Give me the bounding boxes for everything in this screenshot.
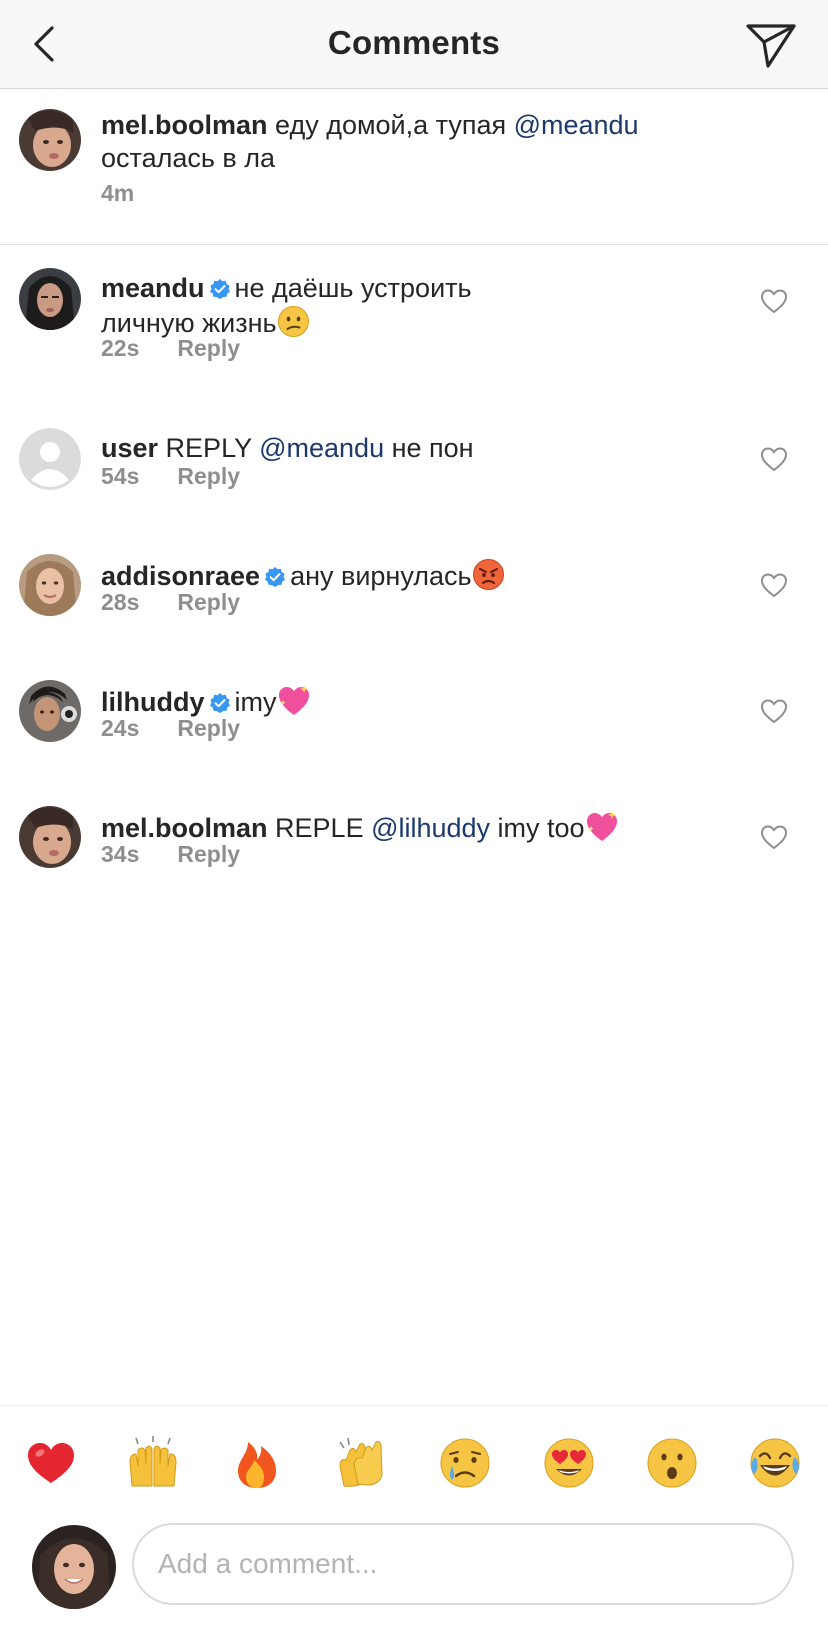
avatar[interactable] [19, 806, 81, 868]
comment-item: addisonraee ану вирнулась 28s Reply [0, 552, 828, 652]
verified-badge-icon [265, 567, 286, 587]
reply-button[interactable]: Reply [177, 715, 240, 741]
comment-username[interactable]: lilhuddy [101, 687, 205, 717]
comment-text: user REPLY @meandu не пон [101, 432, 721, 465]
sparkling-heart-icon [586, 811, 617, 841]
reply-button[interactable]: Reply [177, 841, 240, 867]
comment-text: lilhuddy imy [101, 684, 721, 719]
avatar-photo [32, 1525, 116, 1609]
red-heart-icon[interactable] [24, 1436, 78, 1490]
caption-text-end: осталась в ла [101, 143, 276, 173]
comment-username[interactable]: mel.boolman [101, 813, 268, 843]
comment-body: REPLE [267, 813, 372, 843]
angry-face-icon [472, 559, 504, 590]
comment-username[interactable]: addisonraee [101, 561, 260, 591]
caption-timestamp: 4m [101, 180, 134, 207]
comment-time: 22s [101, 335, 140, 361]
sparkling-heart-icon [278, 685, 309, 715]
reply-button[interactable]: Reply [177, 463, 240, 489]
verified-badge-icon [209, 693, 230, 713]
clapping-hands-icon[interactable] [334, 1436, 388, 1490]
paper-plane-icon [746, 24, 796, 68]
comment-time: 54s [101, 463, 140, 489]
default-avatar[interactable] [19, 428, 81, 490]
comment-body-line2: личную жизнь [101, 308, 277, 338]
user-placeholder-icon [19, 428, 81, 490]
comment-username[interactable]: user [101, 433, 158, 463]
surprised-face-icon[interactable] [645, 1436, 699, 1490]
avatar[interactable] [19, 554, 81, 616]
heart-outline-icon[interactable] [760, 698, 788, 724]
comment-time: 24s [101, 715, 140, 741]
top-nav-bar: Comments [0, 0, 828, 89]
page-title: Comments [327, 24, 501, 61]
caption-mention[interactable]: @meandu [514, 110, 639, 140]
heart-outline-icon[interactable] [760, 572, 788, 598]
comment-body: REPLY [158, 433, 260, 463]
share-button[interactable] [744, 20, 798, 70]
comment-composer [0, 1515, 828, 1642]
heart-outline-icon[interactable] [760, 288, 788, 314]
comment-item: mel.boolman REPLE @lilhuddy imy too 34s R… [0, 804, 828, 904]
heart-outline-icon[interactable] [760, 446, 788, 472]
comment-mention[interactable]: @meandu [259, 433, 384, 463]
current-user-avatar [32, 1525, 116, 1609]
comment-mention[interactable]: @lilhuddy [371, 813, 490, 843]
reply-button[interactable]: Reply [177, 335, 240, 361]
avatar-photo [19, 554, 81, 616]
caption-text-start: еду домой,а тупая [267, 110, 514, 140]
comment-time: 34s [101, 841, 140, 867]
comment-username[interactable]: meandu [101, 273, 205, 303]
post-caption: mel.boolman еду домой,а тупая @meandu ос… [0, 88, 828, 245]
comment-meta: 34s Reply [101, 841, 240, 868]
tears-of-joy-icon[interactable] [748, 1436, 802, 1490]
heart-eyes-icon[interactable] [542, 1436, 596, 1490]
avatar[interactable] [19, 268, 81, 330]
comment-meta: 54s Reply [101, 463, 240, 490]
avatar-photo [19, 806, 81, 868]
avatar-photo [19, 680, 81, 742]
comment-body: ану вирнулась [290, 561, 472, 591]
comment-body: не даёшь устроить [234, 273, 472, 303]
comment-text: mel.boolman REPLE @lilhuddy imy too [101, 810, 721, 845]
comment-time: 28s [101, 589, 140, 615]
avatar[interactable] [19, 680, 81, 742]
caption-text: mel.boolman еду домой,а тупая @meandu ос… [101, 109, 721, 175]
fire-icon[interactable] [230, 1436, 284, 1490]
heart-outline-icon[interactable] [760, 824, 788, 850]
caption-time: 4m [101, 180, 135, 206]
comment-body-end: imy too [490, 813, 585, 843]
reply-button[interactable]: Reply [177, 589, 240, 615]
raising-hands-icon[interactable] [126, 1436, 180, 1490]
emoji-quick-bar [0, 1405, 828, 1516]
avatar[interactable] [19, 109, 81, 171]
comment-item: lilhuddy imy 24s Reply [0, 678, 828, 778]
comment-meta: 24s Reply [101, 715, 240, 742]
comment-body-end: не пон [384, 433, 474, 463]
comment-meta: 28s Reply [101, 589, 240, 616]
verified-badge-icon [209, 279, 230, 299]
comment-item: user REPLY @meandu не пон 54s Reply [0, 426, 828, 526]
confused-face-icon [277, 306, 309, 337]
comment-text: addisonraee ану вирнулась [101, 558, 721, 593]
comment-input[interactable] [132, 1523, 794, 1605]
comment-text: meandu не даёшь устроить личную жизнь [101, 272, 721, 340]
comment-item: meandu не даёшь устроить личную жизнь 22s R… [0, 266, 828, 386]
avatar-photo [19, 268, 81, 330]
crying-face-icon[interactable] [438, 1436, 492, 1490]
comment-body: imy [234, 687, 277, 717]
caption-username[interactable]: mel.boolman [101, 110, 268, 140]
avatar-photo [19, 109, 81, 171]
comment-meta: 22s Reply [101, 335, 240, 362]
